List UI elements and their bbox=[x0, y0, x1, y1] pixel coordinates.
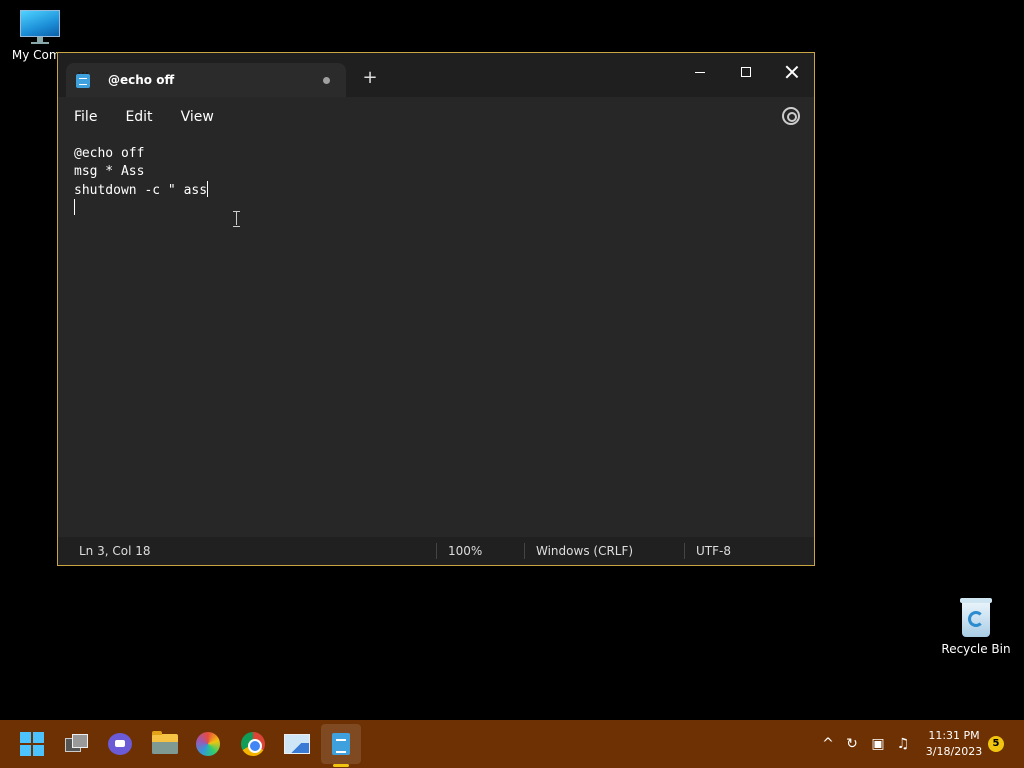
chat-icon bbox=[108, 733, 132, 755]
new-tab-button[interactable]: + bbox=[360, 69, 380, 89]
computer-icon bbox=[18, 8, 62, 44]
clock-date: 3/18/2023 bbox=[925, 745, 983, 758]
editor-line-3-text: shutdown -c " ass bbox=[74, 183, 208, 198]
text-editor[interactable]: @echo off msg * Ass shutdown -c " ass bbox=[58, 137, 814, 537]
editor-line-3: shutdown -c " ass bbox=[74, 181, 798, 199]
title-bar[interactable]: @echo off + bbox=[58, 53, 814, 97]
paint-button[interactable] bbox=[192, 728, 224, 760]
editor-line-2: msg * Ass bbox=[74, 164, 145, 179]
clock[interactable]: 11:31 PM 3/18/2023 bbox=[922, 728, 986, 760]
paint-icon bbox=[196, 732, 220, 756]
start-icon bbox=[20, 732, 44, 756]
network-icon[interactable]: ▣ bbox=[868, 734, 888, 754]
unsaved-dot-icon[interactable] bbox=[323, 77, 330, 84]
sync-icon[interactable]: ↻ bbox=[842, 734, 862, 754]
editor-line-1: @echo off bbox=[74, 146, 145, 161]
maximize-button[interactable] bbox=[723, 57, 769, 87]
notepad-icon bbox=[332, 733, 350, 755]
volume-icon[interactable]: ♫ bbox=[893, 734, 913, 754]
maximize-icon bbox=[741, 67, 751, 77]
notepad-taskbar-button[interactable] bbox=[325, 728, 357, 760]
clock-time: 11:31 PM bbox=[928, 729, 980, 742]
active-indicator bbox=[333, 764, 349, 767]
menu-edit[interactable]: Edit bbox=[111, 103, 166, 131]
chevron-up-icon[interactable]: ^ bbox=[818, 734, 838, 754]
task-view-button[interactable] bbox=[61, 728, 93, 760]
desktop-icon-recycle-bin[interactable]: Recycle Bin bbox=[940, 596, 1012, 656]
zoom-level[interactable]: 100% bbox=[448, 537, 482, 565]
desktop: My Comp Recycle Bin @echo off + File Edi… bbox=[0, 0, 1024, 768]
chat-button[interactable] bbox=[104, 728, 136, 760]
notepad-window: @echo off + File Edit View @echo off msg… bbox=[57, 52, 815, 566]
file-explorer-button[interactable] bbox=[149, 728, 181, 760]
desktop-icon-label: Recycle Bin bbox=[941, 642, 1011, 656]
task-view-icon bbox=[65, 734, 89, 754]
status-divider bbox=[524, 543, 525, 559]
tab-title: @echo off bbox=[108, 73, 175, 87]
status-divider bbox=[684, 543, 685, 559]
status-divider bbox=[436, 543, 437, 559]
close-icon bbox=[785, 65, 799, 79]
photos-button[interactable] bbox=[281, 728, 313, 760]
minimize-button[interactable] bbox=[677, 57, 723, 87]
close-button[interactable] bbox=[769, 57, 815, 87]
menu-bar: File Edit View bbox=[58, 97, 814, 137]
photos-icon bbox=[284, 734, 310, 754]
cursor-position: Ln 3, Col 18 bbox=[79, 544, 151, 558]
tab-echo-off[interactable]: @echo off bbox=[66, 63, 346, 97]
chrome-icon bbox=[241, 732, 265, 756]
encoding[interactable]: UTF-8 bbox=[696, 537, 731, 565]
start-button[interactable] bbox=[16, 728, 48, 760]
line-ending[interactable]: Windows (CRLF) bbox=[536, 537, 633, 565]
chrome-button[interactable] bbox=[237, 728, 269, 760]
ibeam-cursor-icon bbox=[233, 211, 241, 227]
editor-line-4 bbox=[74, 199, 798, 217]
status-bar: Ln 3, Col 18 100% Windows (CRLF) UTF-8 bbox=[58, 537, 814, 565]
text-caret bbox=[207, 181, 209, 197]
minimize-icon bbox=[695, 71, 705, 73]
recycle-bin-icon bbox=[958, 596, 994, 638]
notification-badge[interactable]: 5 bbox=[988, 736, 1004, 752]
menu-view[interactable]: View bbox=[167, 103, 228, 131]
menu-file[interactable]: File bbox=[60, 103, 111, 131]
settings-gear-icon[interactable] bbox=[782, 107, 800, 125]
text-caret bbox=[74, 199, 75, 215]
notepad-icon bbox=[76, 72, 90, 88]
taskbar: ^ ↻ ▣ ♫ 11:31 PM 3/18/2023 5 bbox=[0, 720, 1024, 768]
file-explorer-icon bbox=[152, 731, 178, 754]
